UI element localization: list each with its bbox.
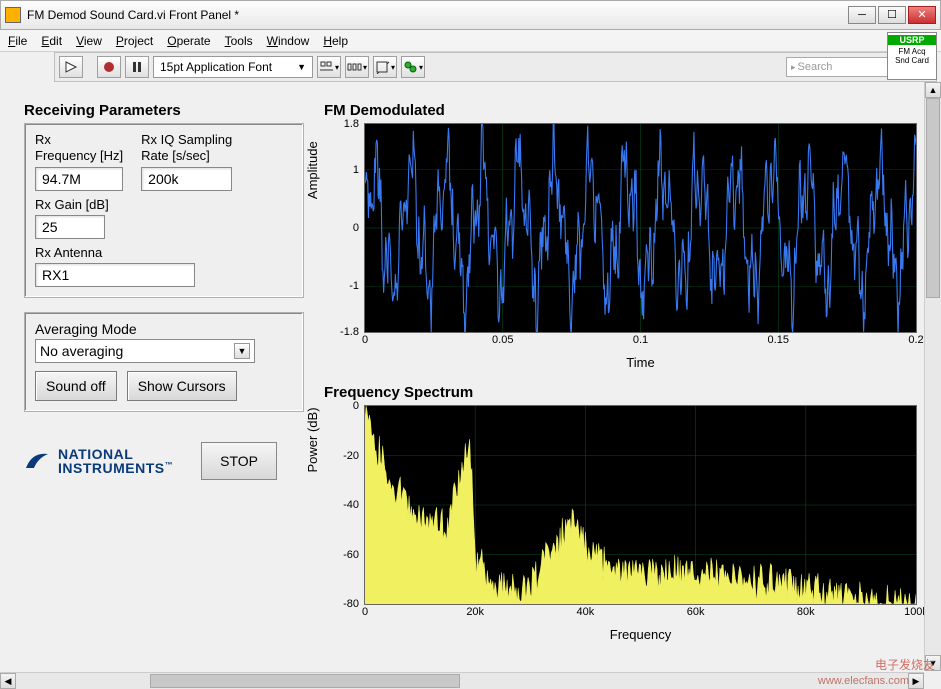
averaging-value: No averaging bbox=[40, 343, 123, 359]
menu-view[interactable]: View bbox=[76, 34, 102, 48]
eagle-icon bbox=[24, 448, 50, 474]
menu-operate[interactable]: Operate bbox=[167, 34, 210, 48]
menu-edit[interactable]: Edit bbox=[41, 34, 62, 48]
align-button[interactable]: ▾ bbox=[317, 56, 341, 78]
vi-icon-pane[interactable]: USRP FM Acq Snd Card bbox=[887, 32, 937, 80]
iconpane-line1: USRP bbox=[888, 35, 936, 45]
rx-rate-label: Rx IQ Sampling Rate [s/sec] bbox=[141, 132, 232, 165]
abort-button[interactable] bbox=[97, 56, 121, 78]
search-placeholder: Search bbox=[798, 61, 833, 73]
rx-freq-label: Rx Frequency [Hz] bbox=[35, 132, 123, 165]
minimize-button[interactable]: ─ bbox=[848, 6, 876, 24]
params-heading: Receiving Parameters bbox=[24, 102, 304, 119]
scrollbar-thumb[interactable] bbox=[150, 674, 460, 688]
menu-help[interactable]: Help bbox=[323, 34, 348, 48]
ni-logo: NATIONAL INSTRUMENTS™ bbox=[24, 447, 173, 475]
chart2-xaxis: 0 20k 40k 60k 80k 100k bbox=[365, 606, 916, 622]
fm-demod-chart[interactable]: Amplitude 1.8 1 0 -1 -1.8 0 0.05 0.1 0.1… bbox=[364, 123, 917, 333]
scrollbar-thumb[interactable] bbox=[926, 98, 940, 298]
watermark-brand: 电子发烧友 bbox=[875, 656, 935, 673]
chart2-plot bbox=[365, 406, 916, 604]
chevron-down-icon: ▼ bbox=[234, 343, 250, 359]
receiving-parameters-panel: Rx Frequency [Hz] 94.7M Rx IQ Sampling R… bbox=[24, 123, 304, 298]
scroll-left-icon[interactable]: ◀ bbox=[0, 673, 16, 689]
iconpane-line2: FM Acq bbox=[888, 47, 936, 56]
averaging-select[interactable]: No averaging ▼ bbox=[35, 339, 255, 363]
chart1-yaxis: 1.8 1 0 -1 -1.8 bbox=[331, 124, 361, 332]
vi-icon bbox=[5, 7, 21, 23]
maximize-button[interactable]: ☐ bbox=[878, 6, 906, 24]
spectrum-chart[interactable]: Power (dB) 0 -20 -40 -60 -80 0 20k 40k 6… bbox=[364, 405, 917, 605]
close-button[interactable]: ✕ bbox=[908, 6, 936, 24]
chart1-title: FM Demodulated bbox=[324, 102, 917, 119]
averaging-label: Averaging Mode bbox=[35, 321, 137, 337]
show-cursors-button[interactable]: Show Cursors bbox=[127, 371, 237, 401]
window-title: FM Demod Sound Card.vi Front Panel * bbox=[27, 8, 846, 22]
chart1-plot bbox=[365, 124, 916, 332]
reorder-button[interactable]: ▾ bbox=[401, 56, 425, 78]
sound-off-button[interactable]: Sound off bbox=[35, 371, 117, 401]
logo-line2: INSTRUMENTS bbox=[58, 460, 165, 476]
rx-antenna-input[interactable]: RX1 bbox=[35, 263, 195, 287]
rx-gain-label: Rx Gain [dB] bbox=[35, 197, 293, 213]
menu-window[interactable]: Window bbox=[267, 34, 310, 48]
font-label: 15pt Application Font bbox=[160, 60, 272, 74]
vertical-scrollbar[interactable]: ▲ ▼ bbox=[924, 82, 941, 671]
chart1-xlabel: Time bbox=[364, 355, 917, 370]
iconpane-line3: Snd Card bbox=[888, 56, 936, 65]
averaging-panel: Averaging Mode No averaging ▼ Sound off … bbox=[24, 312, 304, 412]
chart1-ylabel: Amplitude bbox=[305, 141, 320, 199]
chart2-xlabel: Frequency bbox=[364, 627, 917, 642]
rx-rate-input[interactable]: 200k bbox=[141, 167, 232, 191]
menu-tools[interactable]: Tools bbox=[225, 34, 253, 48]
toolbar: 15pt Application Font ▼ ▾ ▾ ▾ ▾ ▸ Search… bbox=[54, 52, 937, 82]
rx-freq-input[interactable]: 94.7M bbox=[35, 167, 123, 191]
resize-button[interactable]: ▾ bbox=[373, 56, 397, 78]
chart2-title: Frequency Spectrum bbox=[324, 384, 917, 401]
run-button[interactable] bbox=[59, 56, 83, 78]
menu-file[interactable]: File bbox=[8, 34, 27, 48]
font-selector[interactable]: 15pt Application Font ▼ bbox=[153, 56, 313, 78]
chevron-down-icon: ▼ bbox=[297, 62, 306, 72]
scroll-up-icon[interactable]: ▲ bbox=[925, 82, 941, 98]
menu-project[interactable]: Project bbox=[116, 34, 153, 48]
scroll-right-icon[interactable]: ▶ bbox=[908, 673, 924, 689]
chart2-ylabel: Power (dB) bbox=[305, 407, 320, 472]
rx-gain-input[interactable]: 25 bbox=[35, 215, 105, 239]
horizontal-scrollbar[interactable]: ◀ ▶ bbox=[0, 672, 924, 689]
stop-button[interactable]: STOP bbox=[201, 442, 277, 480]
menu-bar: File Edit View Project Operate Tools Win… bbox=[0, 30, 941, 52]
distribute-button[interactable]: ▾ bbox=[345, 56, 369, 78]
watermark-url: www.elecfans.com bbox=[818, 675, 909, 687]
chart1-xaxis: 0 0.05 0.1 0.15 0.2 bbox=[365, 334, 916, 350]
pause-button[interactable] bbox=[125, 56, 149, 78]
logo-line1: NATIONAL bbox=[58, 447, 173, 461]
chart2-yaxis: 0 -20 -40 -60 -80 bbox=[331, 406, 361, 604]
rx-antenna-label: Rx Antenna bbox=[35, 245, 293, 261]
window-titlebar: FM Demod Sound Card.vi Front Panel * ─ ☐… bbox=[0, 0, 941, 30]
